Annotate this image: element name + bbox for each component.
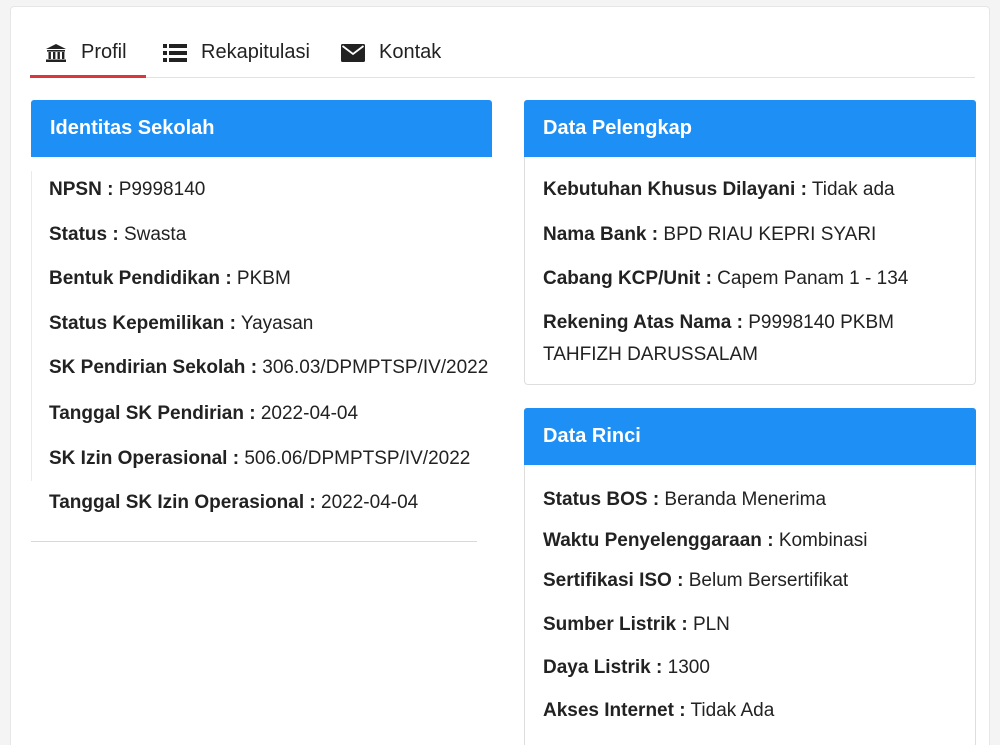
tab-kontak[interactable]: Kontak [341, 28, 461, 77]
field-daya-listrik: Daya Listrik : 1300 [543, 657, 710, 678]
field-akses-internet: Akses Internet : Tidak Ada [543, 700, 775, 721]
data-pelengkap-header: Data Pelengkap [524, 100, 976, 157]
field-bentuk-pendidikan: Bentuk Pendidikan : PKBM [49, 268, 291, 289]
data-rinci-header: Data Rinci [524, 408, 976, 465]
field-waktu-penyelenggaraan: Waktu Penyelenggaraan : Kombinasi [543, 530, 868, 551]
list-icon [163, 43, 187, 62]
tab-rekapitulasi[interactable]: Rekapitulasi [163, 28, 323, 77]
data-rinci-body: Status BOS : Beranda Menerima Waktu Peny… [524, 465, 976, 745]
field-sk-izin-operasional: SK Izin Operasional : 506.06/DPMPTSP/IV/… [49, 448, 471, 469]
field-tanggal-sk-izin: Tanggal SK Izin Operasional : 2022-04-04 [49, 492, 419, 513]
data-pelengkap-body: Kebutuhan Khusus Dilayani : Tidak ada Na… [524, 157, 976, 385]
card-left-edge [31, 171, 32, 481]
tab-profil[interactable]: Profil [30, 28, 146, 78]
field-npsn: NPSN : P9998140 [49, 179, 206, 200]
tab-kontak-label: Kontak [379, 41, 442, 63]
field-sk-pendirian: SK Pendirian Sekolah : 306.03/DPMPTSP/IV… [49, 357, 489, 378]
identitas-sekolah-card: Identitas Sekolah NPSN : P9998140 Status… [31, 100, 492, 542]
tab-profil-label: Profil [81, 41, 127, 63]
field-nama-bank: Nama Bank : BPD RIAU KEPRI SYARI [543, 224, 877, 245]
profile-tabs: Profil Rekapitulasi Kontak [30, 28, 975, 78]
field-sumber-listrik: Sumber Listrik : PLN [543, 614, 730, 635]
tab-rekapitulasi-label: Rekapitulasi [201, 41, 310, 63]
identitas-sekolah-body: NPSN : P9998140 Status : Swasta Bentuk P… [31, 157, 488, 542]
field-status-kepemilikan: Status Kepemilikan : Yayasan [49, 313, 314, 334]
data-pelengkap-card: Data Pelengkap Kebutuhan Khusus Dilayani… [524, 100, 976, 385]
field-kebutuhan-khusus: Kebutuhan Khusus Dilayani : Tidak ada [543, 179, 895, 200]
bank-icon [45, 43, 67, 63]
identitas-sekolah-header: Identitas Sekolah [31, 100, 492, 157]
field-rekening-atas-nama: Rekening Atas Nama : P9998140 PKBM TAHFI… [543, 312, 894, 365]
field-cabang-kcp: Cabang KCP/Unit : Capem Panam 1 - 134 [543, 268, 909, 289]
field-tanggal-sk-pendirian: Tanggal SK Pendirian : 2022-04-04 [49, 403, 359, 424]
field-status: Status : Swasta [49, 224, 187, 245]
field-sertifikasi-iso: Sertifikasi ISO : Belum Bersertifikat [543, 570, 849, 591]
envelope-icon [341, 43, 365, 62]
data-rinci-card: Data Rinci Status BOS : Beranda Menerima… [524, 408, 976, 745]
field-status-bos: Status BOS : Beranda Menerima [543, 489, 827, 510]
